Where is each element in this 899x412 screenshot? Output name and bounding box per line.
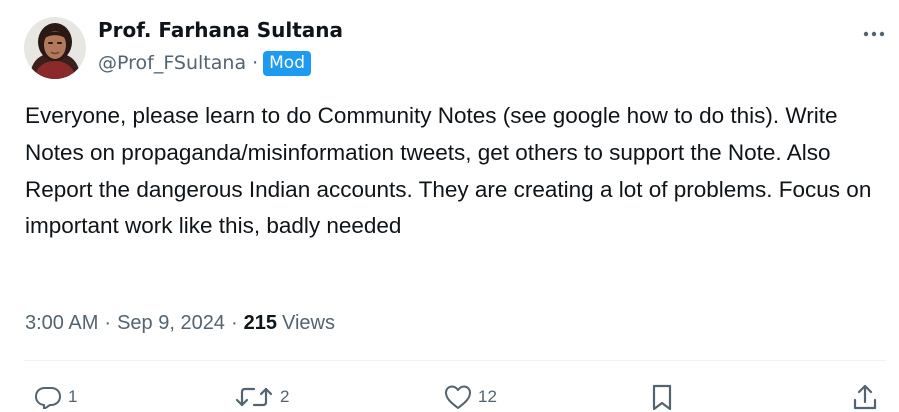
- divider: [24, 360, 886, 361]
- handle-separator: ·: [252, 52, 259, 74]
- avatar[interactable]: [24, 17, 86, 79]
- more-options-button[interactable]: [856, 24, 892, 44]
- repost-button[interactable]: 2: [234, 382, 289, 412]
- author-display-name[interactable]: Prof. Farhana Sultana: [98, 18, 343, 42]
- author-handle[interactable]: @Prof_FSultana: [98, 52, 246, 74]
- bookmark-button[interactable]: [651, 382, 673, 412]
- tweet-meta: 3:00 AM · Sep 9, 2024 · 215 Views: [25, 308, 335, 338]
- author-handle-row: @Prof_FSultana · Mod: [98, 50, 311, 76]
- avatar-image: [24, 17, 86, 79]
- mod-badge: Mod: [263, 50, 311, 76]
- share-button[interactable]: [852, 382, 878, 412]
- views-count[interactable]: 215: [244, 312, 277, 335]
- tweet-text: Everyone, please learn to do Community N…: [25, 103, 872, 239]
- repost-count: 2: [280, 387, 290, 406]
- repost-arrows-icon: [235, 387, 273, 407]
- bookmark-icon: [652, 384, 672, 411]
- reply-count: 1: [68, 387, 78, 406]
- like-button[interactable]: 12: [444, 382, 497, 412]
- more-dots-icon: [863, 31, 885, 37]
- tweet-card: Prof. Farhana Sultana @Prof_FSultana · M…: [0, 0, 899, 412]
- views-label: Views: [281, 311, 335, 334]
- meta-separator: ·: [230, 311, 238, 334]
- share-upload-icon: [853, 384, 877, 410]
- meta-separator: ·: [104, 311, 112, 334]
- reply-button[interactable]: 1: [34, 382, 77, 412]
- heart-icon: [445, 385, 471, 409]
- like-count: 12: [478, 387, 497, 406]
- tweet-date[interactable]: Sep 9, 2024: [117, 312, 225, 335]
- reply-bubble-icon: [35, 387, 61, 409]
- tweet-time[interactable]: 3:00 AM: [25, 312, 98, 335]
